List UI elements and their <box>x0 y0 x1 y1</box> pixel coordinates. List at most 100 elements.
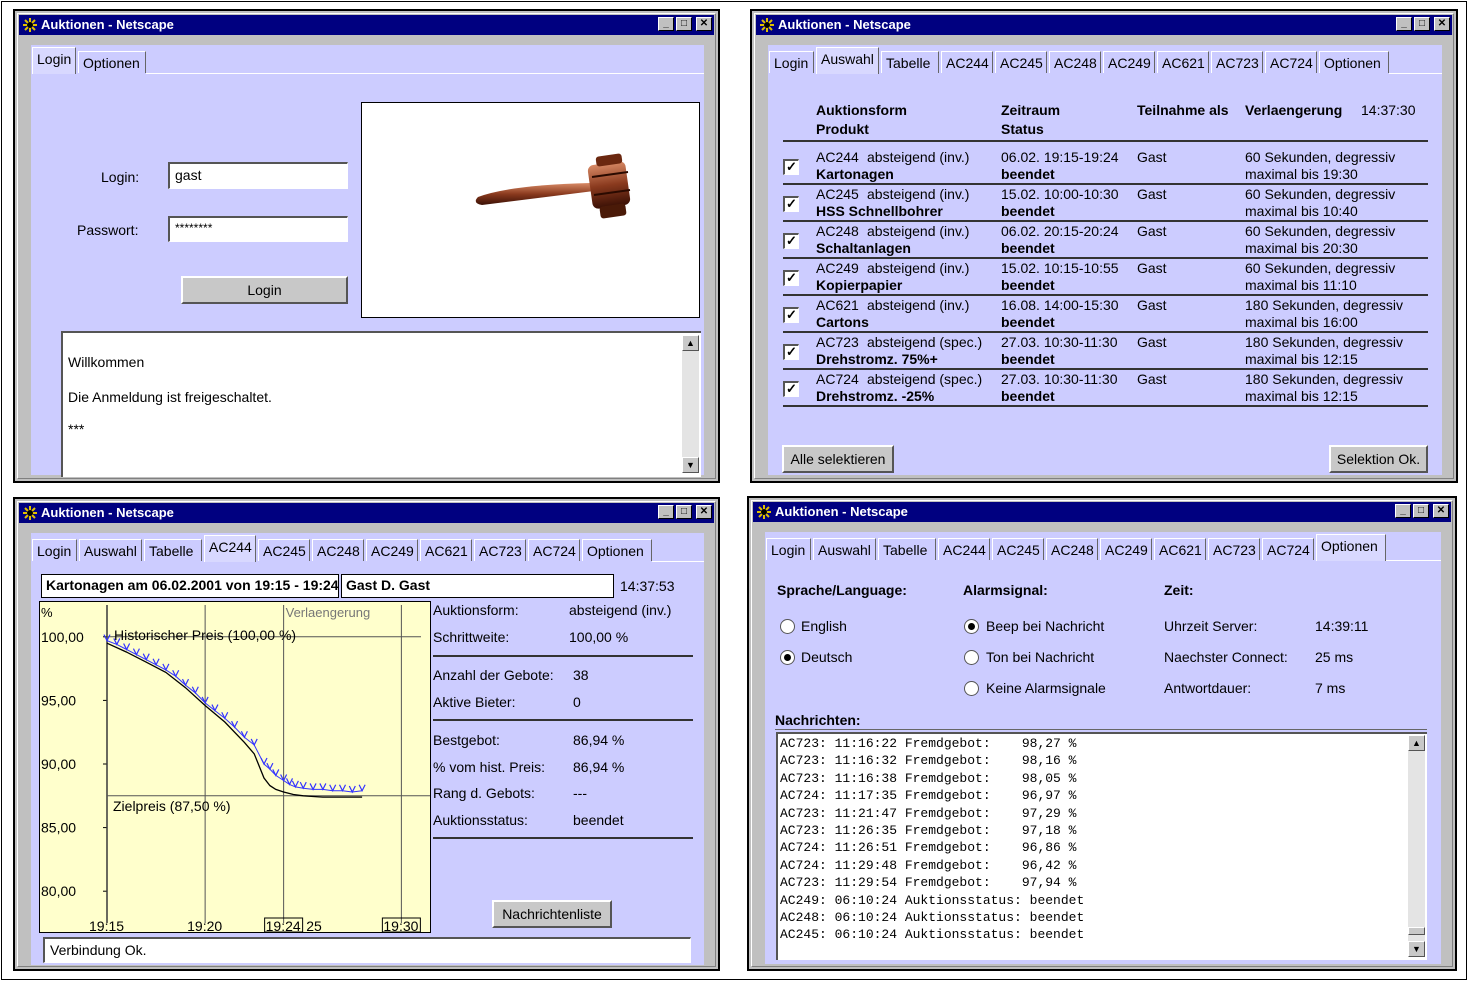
row-checkbox[interactable]: ✓ <box>783 270 799 286</box>
close-icon[interactable]: ✕ <box>1433 504 1449 518</box>
close-icon[interactable]: ✕ <box>696 17 712 31</box>
tab-tabelle[interactable]: Tabelle <box>881 51 939 73</box>
login-field[interactable]: gast <box>168 162 348 189</box>
tab-ac245[interactable]: AC245 <box>258 539 310 561</box>
netscape-icon <box>23 506 37 520</box>
info-label: Anzahl der Gebote: <box>433 667 554 683</box>
titlebar[interactable]: Auktionen - Netscape _ □ ✕ <box>753 502 1451 522</box>
header-extension: Verlaengerung <box>1245 102 1343 118</box>
message-line: AC723: 11:16:38 Fremdgebot: 98,05 % <box>780 770 1077 786</box>
maximize-icon[interactable]: □ <box>676 17 692 31</box>
minimize-icon[interactable]: _ <box>658 505 674 519</box>
row-checkbox[interactable]: ✓ <box>783 159 799 175</box>
messages-list[interactable]: AC723: 11:16:22 Fremdgebot: 98,27 % AC723… <box>776 732 1427 960</box>
titlebar[interactable]: Auktionen - Netscape _ □ ✕ <box>756 15 1452 35</box>
tab-ac248[interactable]: AC248 <box>1049 51 1101 73</box>
titlebar[interactable]: Auktionen - Netscape _ □ ✕ <box>19 15 714 35</box>
maximize-icon[interactable]: □ <box>1413 504 1429 518</box>
netscape-icon <box>757 505 771 519</box>
row-role: Gast <box>1137 186 1167 202</box>
tab-optionen[interactable]: Optionen <box>78 51 146 73</box>
scroll-up-icon[interactable]: ▲ <box>1408 735 1425 751</box>
tab-ac245[interactable]: AC245 <box>995 51 1047 73</box>
row-product: Drehstromz. -25% <box>816 388 935 404</box>
tab-login[interactable]: Login <box>32 47 76 74</box>
scrollbar[interactable]: ▲ ▼ <box>1408 735 1425 957</box>
info-label: % vom hist. Preis: <box>433 759 546 775</box>
select-all-button[interactable]: Alle selektieren <box>782 445 894 473</box>
tab-ac249[interactable]: AC249 <box>366 539 418 561</box>
gavel-icon <box>475 153 631 219</box>
selection-ok-button[interactable]: Selektion Ok. <box>1329 445 1428 473</box>
scroll-thumb[interactable] <box>1408 927 1425 935</box>
tab-ac249[interactable]: AC249 <box>1100 538 1152 560</box>
scroll-down-icon[interactable]: ▼ <box>1408 941 1425 957</box>
radio-english[interactable] <box>780 619 795 634</box>
row-checkbox[interactable]: ✓ <box>783 381 799 397</box>
row-divider <box>783 183 1428 185</box>
row-checkbox[interactable]: ✓ <box>783 344 799 360</box>
minimize-icon[interactable]: _ <box>1396 17 1412 31</box>
scroll-down-icon[interactable]: ▼ <box>682 457 699 473</box>
close-icon[interactable]: ✕ <box>696 505 712 519</box>
tab-tabelle[interactable]: Tabelle <box>144 539 202 561</box>
tab-ac621[interactable]: AC621 <box>1154 538 1206 560</box>
radio-beep[interactable] <box>964 619 979 634</box>
message-line: AC724: 11:26:51 Fremdgebot: 96,86 % <box>780 840 1077 856</box>
tab-ac248[interactable]: AC248 <box>1046 538 1098 560</box>
maximize-icon[interactable]: □ <box>676 505 692 519</box>
x-tick-label: 19:24 <box>266 918 301 933</box>
tab-auswahl[interactable]: Auswahl <box>813 538 876 560</box>
tab-ac724[interactable]: AC724 <box>1265 51 1317 73</box>
tab-ac244[interactable]: AC244 <box>941 51 993 73</box>
tab-ac723[interactable]: AC723 <box>474 539 526 561</box>
row-divider <box>783 331 1428 333</box>
tab-login[interactable]: Login <box>769 51 814 73</box>
tab-ac244[interactable]: AC244 <box>204 535 256 562</box>
row-id: AC724 <box>816 371 859 387</box>
tab-ac245[interactable]: AC245 <box>992 538 1044 560</box>
tab-ac724[interactable]: AC724 <box>1262 538 1314 560</box>
row-checkbox[interactable]: ✓ <box>783 307 799 323</box>
tab-ac244[interactable]: AC244 <box>938 538 990 560</box>
info-label: Auktionsstatus: <box>433 812 528 828</box>
tab-ac724[interactable]: AC724 <box>528 539 580 561</box>
row-divider <box>783 220 1428 222</box>
label-english: English <box>801 618 847 634</box>
window-content: Login Auswahl Tabelle AC244 AC245 AC248 … <box>31 533 704 965</box>
chart-background <box>39 601 431 933</box>
login-button[interactable]: Login <box>181 276 348 304</box>
tab-auswahl[interactable]: Auswahl <box>79 539 142 561</box>
tab-ac621[interactable]: AC621 <box>420 539 472 561</box>
radio-tone[interactable] <box>964 650 979 665</box>
row-extension: 180 Sekunden, degressiv <box>1245 371 1403 387</box>
tab-optionen[interactable]: Optionen <box>1316 534 1386 561</box>
row-checkbox[interactable]: ✓ <box>783 196 799 212</box>
close-icon[interactable]: ✕ <box>1434 17 1450 31</box>
scrollbar[interactable]: ▲ ▼ <box>682 335 699 473</box>
password-label: Passwort: <box>77 222 139 238</box>
radio-deutsch[interactable] <box>780 650 795 665</box>
tab-optionen[interactable]: Optionen <box>582 539 652 561</box>
row-extension: 60 Sekunden, degressiv <box>1245 223 1396 239</box>
minimize-icon[interactable]: _ <box>1395 504 1411 518</box>
maximize-icon[interactable]: □ <box>1414 17 1430 31</box>
minimize-icon[interactable]: _ <box>658 17 674 31</box>
tab-ac248[interactable]: AC248 <box>312 539 364 561</box>
row-checkbox[interactable]: ✓ <box>783 233 799 249</box>
tab-auswahl[interactable]: Auswahl <box>816 47 879 74</box>
tab-ac723[interactable]: AC723 <box>1208 538 1260 560</box>
password-field[interactable]: ******** <box>168 216 348 242</box>
tab-optionen[interactable]: Optionen <box>1319 51 1389 73</box>
titlebar[interactable]: Auktionen - Netscape _ □ ✕ <box>19 503 714 523</box>
tab-ac249[interactable]: AC249 <box>1103 51 1155 73</box>
messages-button[interactable]: Nachrichtenliste <box>492 900 612 928</box>
tab-ac621[interactable]: AC621 <box>1157 51 1209 73</box>
radio-no-alarm[interactable] <box>964 681 979 696</box>
tab-ac723[interactable]: AC723 <box>1211 51 1263 73</box>
message-area[interactable]: Willkommen Die Anmeldung ist freigeschal… <box>61 331 701 477</box>
tab-login[interactable]: Login <box>766 538 811 560</box>
scroll-up-icon[interactable]: ▲ <box>682 335 699 351</box>
tab-tabelle[interactable]: Tabelle <box>878 538 936 560</box>
tab-login[interactable]: Login <box>32 539 77 561</box>
